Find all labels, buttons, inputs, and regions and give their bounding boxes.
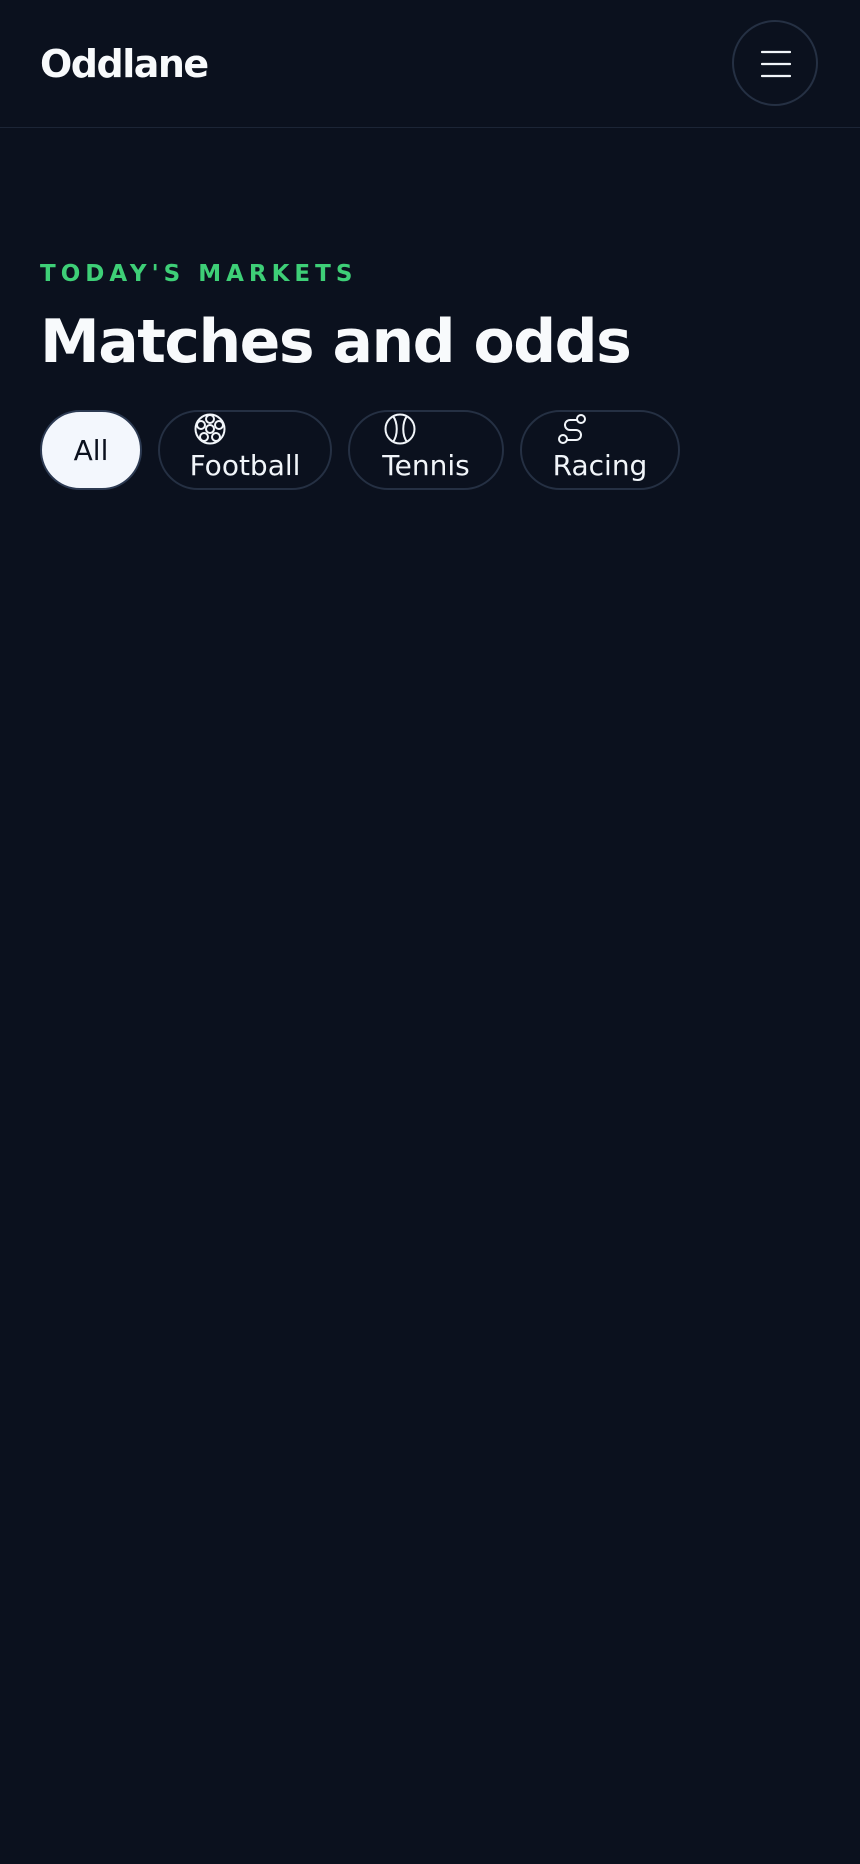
filter-chip-racing[interactable]: Racing xyxy=(520,410,680,490)
hamburger-menu-icon xyxy=(761,50,791,78)
filter-chip-label: All xyxy=(73,434,109,467)
filter-chip-label: Football xyxy=(189,449,301,482)
top-bar: Oddlane xyxy=(0,0,860,128)
filter-chip-football[interactable]: Football xyxy=(158,410,332,490)
tennis-ball-icon xyxy=(384,413,416,445)
filter-chip-label: Racing xyxy=(552,449,648,482)
brand-logo[interactable]: Oddlane xyxy=(40,40,209,88)
filter-chip-label: Tennis xyxy=(382,449,470,482)
route-icon xyxy=(558,414,586,444)
filter-chip-all[interactable]: All xyxy=(40,410,142,490)
menu-button[interactable] xyxy=(732,20,818,106)
page-title: Matches and odds xyxy=(40,307,632,377)
filter-chip-tennis[interactable]: Tennis xyxy=(348,410,504,490)
section-eyebrow: TODAY'S MARKETS xyxy=(40,261,358,287)
soccer-ball-icon xyxy=(194,413,226,445)
